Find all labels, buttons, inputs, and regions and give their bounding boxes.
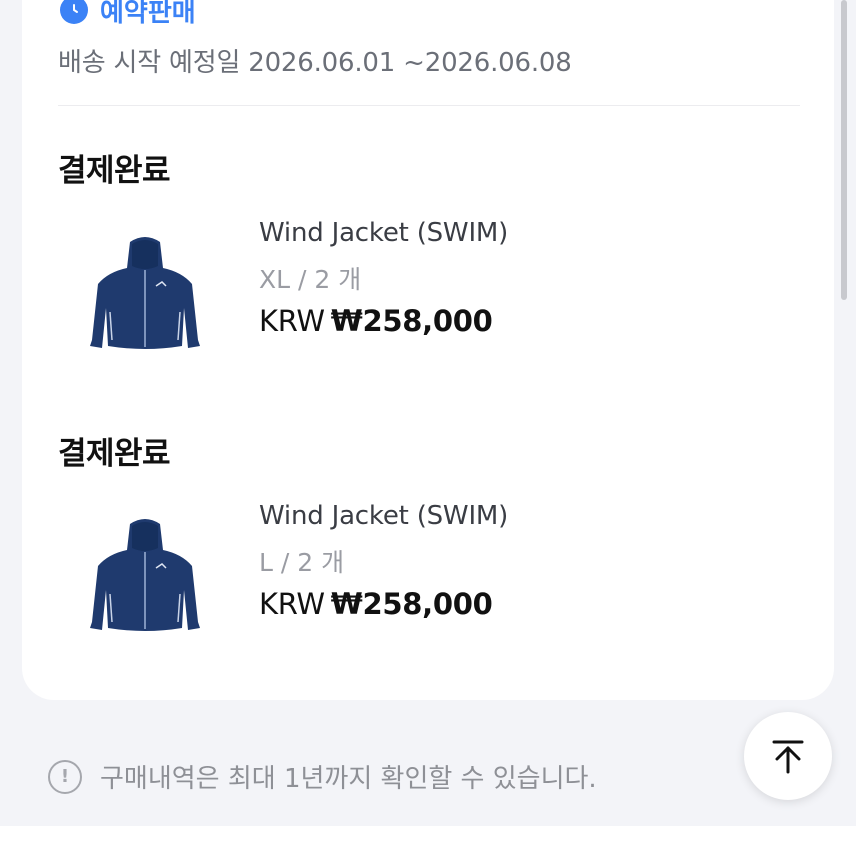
price-amount: ₩258,000	[330, 587, 493, 621]
jacket-image	[90, 519, 200, 631]
order-status: 결제완료	[58, 436, 171, 472]
arrow-up-to-top-icon	[772, 740, 804, 774]
order-history-screen: 예약판매 배송 시작 예정일 2026.06.01 ~2026.06.08 결제…	[0, 0, 856, 856]
bottom-area	[0, 826, 856, 856]
clock-icon	[60, 0, 88, 24]
preorder-badge: 예약판매	[60, 0, 196, 30]
product-price: KRW ₩258,000	[259, 587, 493, 621]
info-circle-icon: !	[48, 759, 82, 794]
divider	[58, 105, 800, 106]
product-price: KRW ₩258,000	[259, 304, 493, 338]
preorder-label: 예약판매	[100, 0, 196, 28]
product-option: XL / 2 개	[259, 265, 362, 294]
price-amount: ₩258,000	[330, 304, 493, 338]
shipping-date: 배송 시작 예정일 2026.06.01 ~2026.06.08	[58, 48, 572, 78]
scroll-to-top-button[interactable]	[744, 712, 832, 800]
product-name[interactable]: Wind Jacket (SWIM)	[259, 218, 508, 248]
product-option: L / 2 개	[259, 548, 345, 577]
product-thumbnail[interactable]	[60, 228, 230, 398]
retention-notice: ! 구매내역은 최대 1년까지 확인할 수 있습니다.	[48, 758, 597, 795]
product-thumbnail[interactable]	[60, 510, 230, 680]
price-currency: KRW	[259, 304, 325, 338]
notice-text: 구매내역은 최대 1년까지 확인할 수 있습니다.	[100, 764, 597, 794]
scrollbar[interactable]	[841, 0, 847, 300]
product-name[interactable]: Wind Jacket (SWIM)	[259, 501, 508, 531]
price-currency: KRW	[259, 587, 325, 621]
jacket-image	[90, 237, 200, 349]
order-status: 결제완료	[58, 153, 171, 189]
